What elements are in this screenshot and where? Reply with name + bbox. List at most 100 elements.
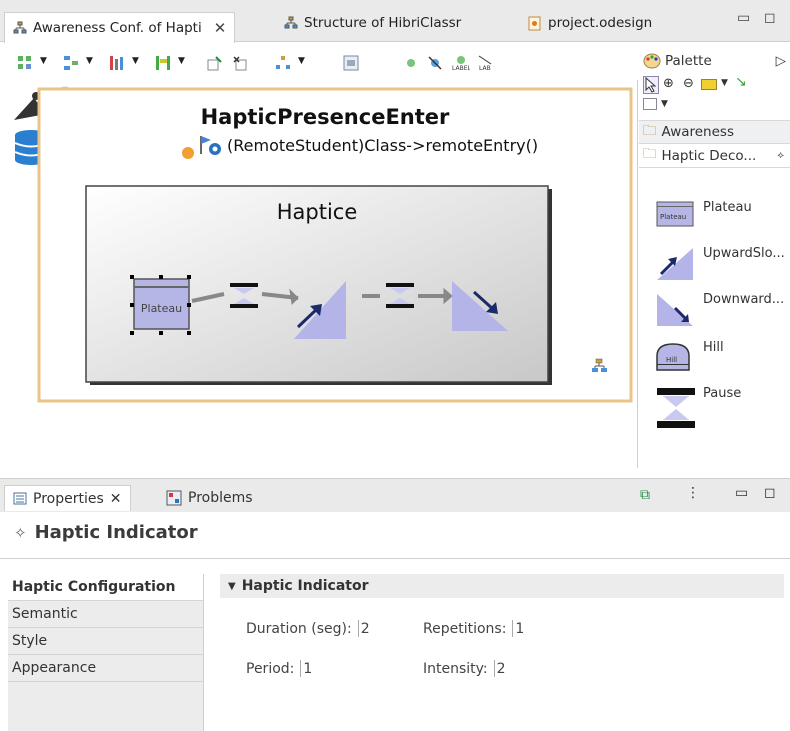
close-icon[interactable]: ✕	[110, 491, 122, 507]
align-icon[interactable]	[152, 52, 174, 74]
palette-item-label: Hill	[703, 340, 724, 355]
maximize-icon[interactable]: ◻	[764, 10, 776, 26]
side-tab-appearance[interactable]: Appearance	[8, 655, 203, 682]
field-label: Intensity:	[423, 660, 488, 677]
tab-problems[interactable]: Problems	[158, 485, 261, 511]
drawer-label: Awareness	[661, 124, 735, 140]
palette-tools: ⊕ ⊖ ▼ ↘ ▼	[639, 74, 790, 120]
separator	[0, 558, 790, 559]
layers-icon[interactable]	[14, 52, 36, 74]
svg-text:Plateau: Plateau	[660, 213, 686, 221]
note-icon[interactable]	[701, 79, 717, 90]
palette-icon	[643, 53, 661, 69]
hide-label-icon[interactable]: LAB	[474, 52, 496, 74]
dropdown-icon[interactable]: ▼	[40, 56, 50, 66]
palette-drawer-haptic-deco[interactable]: 🗀 Haptic Deco... ⟡	[639, 144, 790, 168]
export-image-icon[interactable]	[340, 52, 362, 74]
palette-item-upward-slope[interactable]: UpwardSlo...	[655, 246, 785, 282]
container-title: HapticPresenceEnter	[200, 105, 450, 129]
repetitions-input[interactable]: 1	[512, 620, 524, 637]
intensity-field: Intensity: 2	[423, 660, 506, 677]
container-subtitle: (RemoteStudent)Class->remoteEntry()	[227, 136, 539, 155]
pin-editor-icon[interactable]: ⧉	[640, 487, 650, 503]
field-label: Period:	[246, 660, 295, 677]
intensity-input[interactable]: 2	[493, 660, 506, 677]
period-input[interactable]: 1	[300, 660, 312, 677]
palette-item-downward-slope[interactable]: Downward...	[655, 292, 784, 328]
repetitions-field: Repetitions: 1	[423, 620, 524, 637]
note-attachment-icon[interactable]: ↘	[735, 74, 747, 90]
tab-awareness-conf[interactable]: Awareness Conf. of Hapti ✕	[4, 12, 236, 43]
side-tab-semantic[interactable]: Semantic	[8, 601, 203, 628]
pin-icon[interactable]	[204, 52, 226, 74]
dropdown-icon[interactable]: ▼	[178, 56, 188, 66]
diagram-icon	[13, 21, 27, 34]
dropdown-icon[interactable]: ▼	[721, 78, 728, 88]
maximize-icon[interactable]: ◻	[764, 485, 776, 501]
palette-item-hill[interactable]: Hill Hill	[655, 340, 724, 372]
palette-drawer-awareness[interactable]: 🗀 Awareness	[639, 120, 790, 144]
collapse-icon[interactable]: ▷	[776, 53, 786, 69]
section-title: Haptic Indicator	[241, 578, 369, 594]
palette-item-label: Plateau	[703, 200, 752, 215]
zoom-out-icon[interactable]: ⊖	[683, 76, 694, 91]
hide-element-icon[interactable]	[424, 52, 446, 74]
palette-item-label: Pause	[703, 386, 742, 401]
dropdown-icon[interactable]: ▼	[86, 56, 96, 66]
zoom-in-icon[interactable]: ⊕	[663, 76, 674, 91]
plateau-node-label: Plateau	[140, 302, 183, 315]
duration-input[interactable]: 2	[357, 620, 370, 637]
tab-label: Awareness Conf. of Hapti	[33, 20, 202, 36]
folder-icon: 🗀	[643, 122, 657, 139]
field-label: Duration (seg):	[246, 620, 352, 637]
minimize-icon[interactable]: ▭	[735, 485, 748, 501]
show-element-icon[interactable]	[400, 52, 422, 74]
drawer-label: Haptic Deco...	[661, 147, 757, 164]
views-tab-bar: Properties ✕ Problems ⧉ ⋮ ▭ ◻	[0, 478, 790, 512]
palette-item-label: Downward...	[703, 292, 785, 307]
show-label-icon[interactable]: LABEL	[450, 52, 472, 74]
file-icon	[528, 16, 541, 30]
palette-item-plateau[interactable]: Plateau Plateau	[655, 200, 752, 228]
dropdown-icon[interactable]: ▼	[661, 99, 668, 109]
properties-icon	[13, 492, 27, 505]
unpin-icon[interactable]	[230, 52, 252, 74]
problems-icon	[166, 490, 182, 506]
svg-text:Hill: Hill	[666, 356, 677, 364]
pin-icon[interactable]: ⟡	[777, 150, 784, 161]
folder-icon: 🗀	[643, 146, 657, 162]
editor-tab-bar: Awareness Conf. of Hapti ✕ Structure of …	[0, 0, 790, 43]
status-dot-icon	[182, 147, 194, 159]
tab-structure[interactable]: Structure of HibriClassr	[276, 10, 469, 36]
properties-side-tabs: Haptic Configuration Semantic Style Appe…	[8, 574, 204, 731]
side-tab-haptic-configuration[interactable]: Haptic Configuration	[8, 574, 203, 601]
palette-item-pause[interactable]: Pause	[655, 386, 741, 430]
diagram-canvas[interactable]: HapticPresenceEnter (RemoteStudent)Class…	[0, 80, 638, 468]
view-menu-icon[interactable]: ⋮	[686, 485, 700, 501]
tab-label: Structure of HibriClassr	[304, 15, 462, 31]
tab-project-odesign[interactable]: project.odesign	[520, 10, 660, 36]
palette-item-label: UpwardSlo...	[703, 246, 785, 261]
properties-title-text: Haptic Indicator	[34, 522, 198, 543]
section-header[interactable]: ▼ Haptic Indicator	[220, 574, 784, 598]
hill-icon: Hill	[656, 343, 690, 371]
dropdown-icon[interactable]: ▼	[298, 56, 308, 66]
tab-properties[interactable]: Properties ✕	[4, 485, 131, 511]
duration-field: Duration (seg): 2	[246, 620, 370, 637]
select-tool-icon[interactable]	[643, 76, 659, 94]
arrange-icon[interactable]	[106, 52, 128, 74]
expand-icon: ▼	[228, 580, 236, 592]
filters-icon[interactable]	[60, 52, 82, 74]
palette-header: Palette ▷	[639, 48, 790, 74]
inner-title: Haptice	[276, 200, 358, 224]
tab-label: Properties	[33, 490, 104, 507]
dropdown-icon[interactable]: ▼	[132, 56, 142, 66]
properties-title: ✧ Haptic Indicator	[14, 522, 198, 543]
side-tab-style[interactable]: Style	[8, 628, 203, 655]
minimize-icon[interactable]: ▭	[737, 10, 750, 26]
layout-icon[interactable]	[272, 52, 294, 74]
svg-text:LAB: LAB	[479, 65, 491, 71]
note-link-icon[interactable]	[643, 98, 657, 110]
svg-text:LABEL: LABEL	[452, 65, 470, 71]
close-icon[interactable]: ✕	[214, 19, 227, 37]
